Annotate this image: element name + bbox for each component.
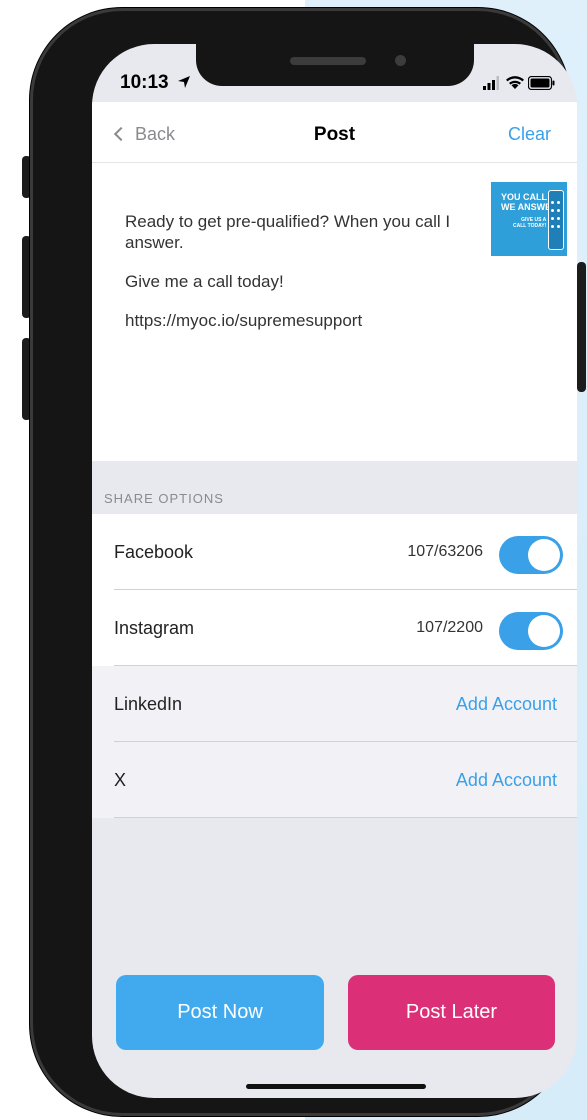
post-text-area[interactable]: Ready to get pre-qualified? When you cal…	[125, 211, 485, 349]
share-row-label: X	[114, 770, 127, 790]
share-options-header: SHARE OPTIONS	[104, 491, 224, 506]
power-button	[577, 262, 586, 392]
home-indicator[interactable]	[246, 1084, 426, 1089]
phone-frame: 10:13 Back Post Clear Ready to get pre-q…	[30, 8, 577, 1116]
status-time: 10:13	[120, 72, 191, 94]
status-time-text: 10:13	[120, 72, 169, 93]
phone-graphic	[548, 190, 564, 250]
share-row-label: Facebook	[114, 542, 194, 562]
post-later-button[interactable]: Post Later	[348, 975, 555, 1050]
signal-icon	[483, 76, 499, 90]
speaker	[290, 57, 366, 65]
wifi-icon	[506, 76, 524, 89]
share-row-facebook: Facebook 107/63206	[92, 514, 577, 590]
post-composer[interactable]: Ready to get pre-qualified? When you cal…	[92, 163, 577, 461]
share-row-instagram: Instagram 107/2200	[92, 590, 577, 666]
character-count: 107/2200	[416, 619, 483, 636]
status-icons	[483, 74, 555, 92]
post-now-button[interactable]: Post Now	[116, 975, 324, 1050]
thumbnail-subtext: GIVE US A CALL TODAY!	[513, 217, 547, 229]
front-camera	[395, 55, 406, 66]
row-divider	[114, 817, 577, 818]
post-image-thumbnail[interactable]: YOU CALL WE ANSWER GIVE US A CALL TODAY!	[491, 182, 567, 256]
linkedin-add-account-button[interactable]: Add Account	[456, 694, 557, 715]
share-options-list: Facebook 107/63206 Instagram 107/2200 Li…	[92, 514, 577, 818]
post-link: https://myoc.io/supremesupport	[125, 311, 363, 330]
page-title: Post	[313, 124, 356, 145]
toggle-knob	[528, 615, 560, 647]
share-row-x: X Add Account	[92, 742, 577, 818]
share-row-label: Instagram	[114, 618, 195, 638]
post-paragraph: Give me a call today!	[125, 272, 284, 291]
share-row-linkedin: LinkedIn Add Account	[92, 666, 577, 742]
share-row-label: LinkedIn	[114, 694, 183, 714]
facebook-toggle[interactable]	[499, 536, 563, 574]
phone-screen: 10:13 Back Post Clear Ready to get pre-q…	[92, 44, 577, 1098]
notch	[196, 44, 474, 86]
post-paragraph: Ready to get pre-qualified? When you cal…	[125, 212, 451, 252]
battery-icon	[528, 76, 555, 90]
character-count: 107/63206	[407, 543, 483, 560]
nav-bar: Back Post Clear	[92, 102, 577, 163]
clear-button[interactable]: Clear	[508, 124, 551, 145]
location-arrow-icon	[177, 76, 190, 88]
instagram-toggle[interactable]	[499, 612, 563, 650]
toggle-knob	[528, 539, 560, 571]
x-add-account-button[interactable]: Add Account	[456, 770, 557, 791]
